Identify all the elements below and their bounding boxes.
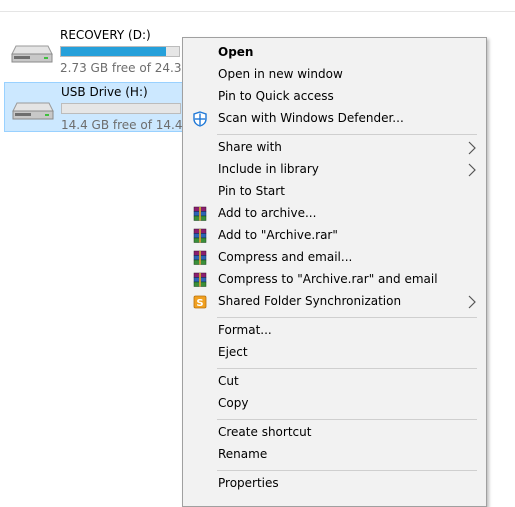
drive-usage-bar — [60, 46, 180, 57]
submenu-arrow-icon — [468, 141, 476, 155]
menu-item-open-new-window[interactable]: Open in new window — [184, 64, 485, 86]
drive-usb[interactable]: USB Drive (H:) 14.4 GB free of 14.4 GB — [4, 82, 204, 132]
submenu-arrow-icon — [468, 295, 476, 309]
menu-item-pin-start[interactable]: Pin to Start — [184, 181, 485, 203]
menu-item-share-with[interactable]: Share with — [184, 137, 485, 159]
menu-separator — [217, 470, 477, 471]
menu-item-label: Include in library — [218, 162, 319, 176]
menu-separator — [217, 317, 477, 318]
menu-item-label: Pin to Start — [218, 184, 285, 198]
menu-item-copy[interactable]: Copy — [184, 393, 485, 415]
menu-item-label: Copy — [218, 396, 249, 410]
windows-defender-shield-icon — [193, 111, 207, 127]
menu-item-properties[interactable]: Properties — [184, 473, 485, 495]
menu-item-label: Create shortcut — [218, 425, 312, 439]
winrar-icon — [193, 272, 207, 287]
menu-item-label: Scan with Windows Defender... — [218, 111, 404, 125]
menu-item-label: Cut — [218, 374, 239, 388]
menu-separator — [217, 134, 477, 135]
menu-item-label: Compress and email... — [218, 250, 353, 264]
menu-item-label: Shared Folder Synchronization — [218, 294, 402, 308]
svg-text:S: S — [196, 298, 203, 309]
menu-item-label: Compress to "Archive.rar" and email — [218, 272, 438, 286]
hard-drive-icon — [11, 45, 53, 63]
winrar-icon — [193, 250, 207, 265]
menu-item-label: Open in new window — [218, 67, 343, 81]
menu-item-add-archive[interactable]: Add to archive... — [184, 203, 485, 225]
menu-item-label: Properties — [218, 476, 279, 490]
drive-usage-fill — [61, 47, 167, 56]
menu-item-label: Rename — [218, 447, 268, 461]
menu-item-pin-quick-access[interactable]: Pin to Quick access — [184, 86, 485, 108]
menu-item-label: Add to "Archive.rar" — [218, 228, 338, 242]
sync-s-icon: S — [193, 295, 207, 309]
winrar-icon — [193, 228, 207, 243]
drive-name: RECOVERY (D:) — [60, 28, 151, 42]
drive-usage-bar — [61, 103, 181, 114]
menu-item-scan-defender[interactable]: Scan with Windows Defender... — [184, 108, 485, 130]
menu-item-label: Format... — [218, 323, 272, 337]
menu-item-label: Share with — [218, 140, 282, 154]
winrar-icon — [193, 206, 207, 221]
menu-item-compress-rar-email[interactable]: Compress to "Archive.rar" and email — [184, 269, 485, 291]
usb-drive-icon — [12, 102, 54, 120]
menu-item-open[interactable]: Open — [184, 42, 485, 64]
header-divider — [0, 11, 515, 12]
menu-item-add-archive-rar[interactable]: Add to "Archive.rar" — [184, 225, 485, 247]
menu-item-eject[interactable]: Eject — [184, 342, 485, 364]
context-menu: Open Open in new window Pin to Quick acc… — [182, 37, 487, 507]
menu-item-label: Pin to Quick access — [218, 89, 334, 103]
menu-item-rename[interactable]: Rename — [184, 444, 485, 466]
menu-item-format[interactable]: Format... — [184, 320, 485, 342]
menu-item-compress-email[interactable]: Compress and email... — [184, 247, 485, 269]
drive-recovery[interactable]: RECOVERY (D:) 2.73 GB free of 24.3 GB — [4, 26, 203, 76]
drive-name: USB Drive (H:) — [61, 85, 148, 99]
menu-item-create-shortcut[interactable]: Create shortcut — [184, 422, 485, 444]
menu-item-label: Eject — [218, 345, 248, 359]
menu-item-cut[interactable]: Cut — [184, 371, 485, 393]
submenu-arrow-icon — [468, 163, 476, 177]
menu-separator — [217, 368, 477, 369]
menu-item-include-library[interactable]: Include in library — [184, 159, 485, 181]
menu-item-shared-folder-sync[interactable]: S Shared Folder Synchronization — [184, 291, 485, 313]
menu-separator — [217, 419, 477, 420]
menu-item-label: Open — [218, 45, 254, 59]
menu-item-label: Add to archive... — [218, 206, 317, 220]
